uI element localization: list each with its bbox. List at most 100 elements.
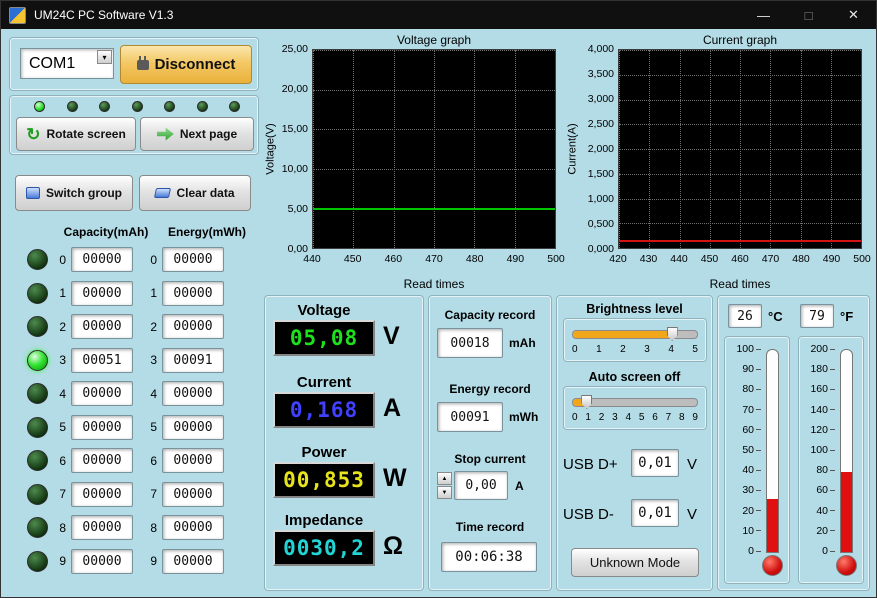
energy-index: 3: [147, 353, 157, 367]
brightness-slider[interactable]: 012345: [563, 318, 707, 362]
spinner-down-button[interactable]: ▼: [437, 486, 452, 499]
fahrenheit-unit: °F: [840, 309, 853, 324]
x-tick: 480: [792, 253, 810, 265]
scale-mark: 160: [810, 383, 835, 395]
minimize-button[interactable]: —: [741, 1, 786, 29]
rotate-screen-button[interactable]: ↻ Rotate screen: [16, 117, 136, 151]
current-x-ticks: 420430440450460470480490500: [618, 253, 862, 266]
group-led: [27, 551, 48, 572]
next-page-button[interactable]: Next page: [140, 117, 254, 151]
grid-line: [680, 50, 681, 248]
current-unit: A: [383, 394, 401, 423]
auto-off-thumb[interactable]: [581, 395, 592, 409]
fahrenheit-tube: [840, 349, 853, 553]
y-tick: 4,000: [588, 43, 614, 55]
grid-line: [831, 50, 832, 248]
com-port-select[interactable]: COM1 ▾: [20, 48, 114, 79]
energy-value: 00000: [162, 549, 224, 574]
capacity-value: 00000: [71, 448, 133, 473]
grid-line: [515, 50, 516, 248]
auto-off-slider[interactable]: 0123456789: [563, 386, 707, 430]
close-button[interactable]: ✕: [831, 1, 876, 29]
power-meter-label: Power: [265, 444, 383, 461]
slider-tick: 7: [666, 412, 672, 423]
scale-mark: 120: [810, 424, 835, 436]
group-rows: 0 00000 0 00000 1 00000 1 00000 2 00000 …: [9, 243, 259, 578]
x-tick: 470: [425, 253, 443, 265]
group-row: 5 00000 5 00000: [9, 411, 259, 445]
capacity-header: Capacity(mAh): [45, 225, 167, 239]
group-led: [27, 417, 48, 438]
capacity-index: 6: [56, 454, 66, 468]
titlebar: UM24C PC Software V1.3 — □ ✕: [1, 1, 876, 29]
celsius-thermometer: 1009080706050403020100: [724, 336, 790, 584]
y-tick: 2,500: [588, 118, 614, 130]
power-display: 00,853: [273, 462, 375, 498]
current-plot-area: [618, 49, 862, 249]
capacity-value: 00000: [71, 515, 133, 540]
celsius-unit: °C: [768, 309, 783, 324]
capacity-value: 00000: [71, 247, 133, 272]
auto-off-track[interactable]: [572, 398, 698, 407]
grid-line: [861, 50, 862, 248]
group-row: 3 00051 3 00091: [9, 344, 259, 378]
grid-line: [434, 50, 435, 248]
energy-index: 1: [147, 286, 157, 300]
app-icon: [9, 7, 26, 24]
clear-data-button[interactable]: Clear data: [139, 175, 251, 211]
energy-index: 8: [147, 521, 157, 535]
clear-label: Clear data: [176, 186, 234, 200]
rotate-label: Rotate screen: [46, 127, 125, 141]
capacity-record-unit: mAh: [509, 336, 536, 350]
capacity-index: 7: [56, 487, 66, 501]
minimize-icon: —: [757, 8, 770, 23]
fahrenheit-fill: [841, 472, 852, 552]
scale-mark: 40: [816, 505, 835, 517]
brightness-thumb[interactable]: [667, 327, 678, 341]
celsius-tube: [766, 349, 779, 553]
group-led: [27, 316, 48, 337]
x-tick: 470: [762, 253, 780, 265]
energy-index: 2: [147, 320, 157, 334]
current-meter-label: Current: [265, 374, 383, 391]
group-led: [27, 484, 48, 505]
scale-mark: 60: [742, 424, 761, 436]
stop-current-value[interactable]: 0,00: [454, 471, 508, 500]
energy-value: 00000: [162, 314, 224, 339]
switch-group-button[interactable]: Switch group: [15, 175, 133, 211]
group-led: [27, 383, 48, 404]
usb-dplus-unit: V: [687, 456, 697, 473]
scale-mark: 80: [742, 383, 761, 395]
x-tick: 500: [853, 253, 871, 265]
capacity-value: 00000: [71, 415, 133, 440]
connection-group: COM1 ▾ Disconnect: [9, 37, 259, 91]
indicator-led: [99, 101, 110, 112]
time-record-label: Time record: [429, 520, 551, 534]
energy-value: 00091: [162, 348, 224, 373]
usb-dplus-label: USB D+: [563, 456, 618, 473]
energy-index: 0: [147, 253, 157, 267]
voltage-meter-label: Voltage: [265, 302, 383, 319]
chevron-down-icon[interactable]: ▾: [97, 50, 112, 64]
brightness-label: Brightness level: [557, 302, 712, 316]
y-tick: 15,00: [282, 123, 308, 135]
x-tick: 430: [640, 253, 658, 265]
energy-index: 5: [147, 420, 157, 434]
y-tick: 10,00: [282, 163, 308, 175]
led-strip: [34, 101, 240, 112]
fahrenheit-scale: 200180160140120100806040200: [801, 349, 835, 551]
mode-button[interactable]: Unknown Mode: [571, 548, 699, 577]
group-row: 2 00000 2 00000: [9, 310, 259, 344]
energy-index: 9: [147, 554, 157, 568]
brightness-track[interactable]: [572, 330, 698, 339]
window-icon: [26, 187, 40, 199]
auto-off-ticks: 0123456789: [572, 412, 698, 423]
current-graph: Current graph Current(A) 4,0003,5003,000…: [566, 33, 870, 293]
spinner-up-button[interactable]: ▲: [437, 472, 452, 485]
disconnect-button[interactable]: Disconnect: [120, 45, 252, 84]
x-tick: 500: [547, 253, 565, 265]
x-tick: 480: [466, 253, 484, 265]
app-window: UM24C PC Software V1.3 — □ ✕ COM1 ▾ Disc…: [0, 0, 877, 598]
maximize-button[interactable]: □: [786, 1, 831, 29]
impedance-unit: Ω: [383, 532, 403, 561]
